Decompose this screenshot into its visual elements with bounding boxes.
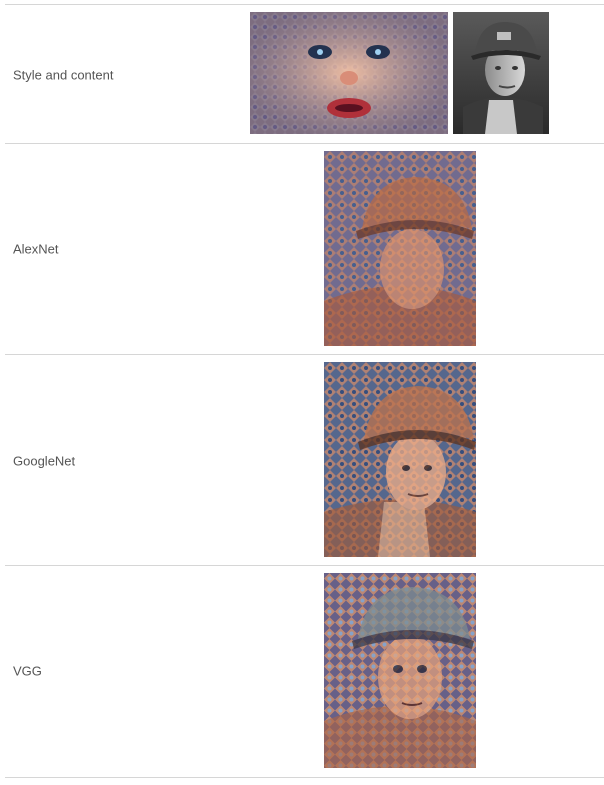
row-label: AlexNet bbox=[13, 241, 59, 257]
table-row-vgg: VGG bbox=[5, 566, 604, 778]
row-label: VGG bbox=[13, 663, 42, 679]
vgg-output-image bbox=[324, 573, 476, 768]
row-label: GoogleNet bbox=[13, 453, 76, 469]
content-image bbox=[453, 12, 549, 134]
table-row-style-and-content: Style and content bbox=[5, 5, 604, 144]
style-image bbox=[250, 12, 448, 134]
alexnet-output-image bbox=[324, 151, 476, 346]
row-label: Style and content bbox=[13, 67, 114, 83]
googlenet-output-image bbox=[324, 362, 476, 557]
style-transfer-comparison-table: Style and content AlexNet GoogleNet VGG bbox=[5, 4, 604, 778]
table-row-googlenet: GoogleNet bbox=[5, 355, 604, 566]
table-row-alexnet: AlexNet bbox=[5, 144, 604, 355]
